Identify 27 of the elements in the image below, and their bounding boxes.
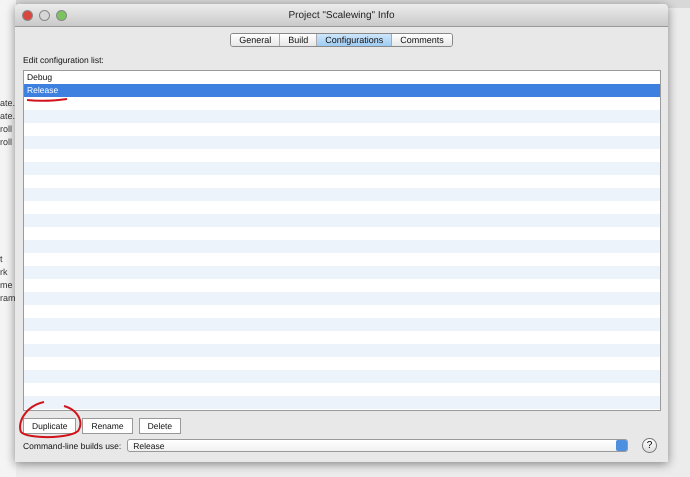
window-title: Project "Scalewing" Info — [288, 10, 395, 20]
list-item[interactable]: Release — [24, 84, 660, 97]
background-text: roll — [0, 136, 14, 149]
close-button[interactable] — [22, 10, 33, 20]
stepper-icon — [616, 440, 627, 451]
background-text: ate. — [0, 97, 16, 110]
background-text: roll — [0, 123, 14, 136]
background-text: t — [0, 253, 4, 266]
background-text: me — [0, 279, 14, 292]
tab[interactable]: Comments — [391, 34, 452, 46]
tab[interactable]: Configurations — [316, 34, 392, 46]
list-item[interactable]: Debug — [24, 71, 660, 84]
tab[interactable]: General — [231, 34, 280, 46]
popup-menu[interactable]: Release — [127, 439, 628, 452]
zoom-button[interactable] — [56, 10, 67, 20]
background-text: ram — [0, 292, 16, 305]
minimize-button[interactable] — [39, 10, 50, 20]
list-label: Edit configuration list: — [23, 55, 105, 65]
action-button[interactable]: Duplicate — [23, 418, 76, 434]
field-label: Command-line builds use: — [23, 440, 122, 450]
help-button[interactable]: ? — [642, 438, 657, 453]
background-text: rk — [0, 266, 8, 279]
annotation-underline — [26, 97, 68, 103]
action-button[interactable]: Rename — [82, 418, 133, 434]
tab[interactable]: Build — [279, 34, 316, 46]
background-text: ate. — [0, 110, 16, 123]
action-button[interactable]: Delete — [138, 418, 182, 434]
